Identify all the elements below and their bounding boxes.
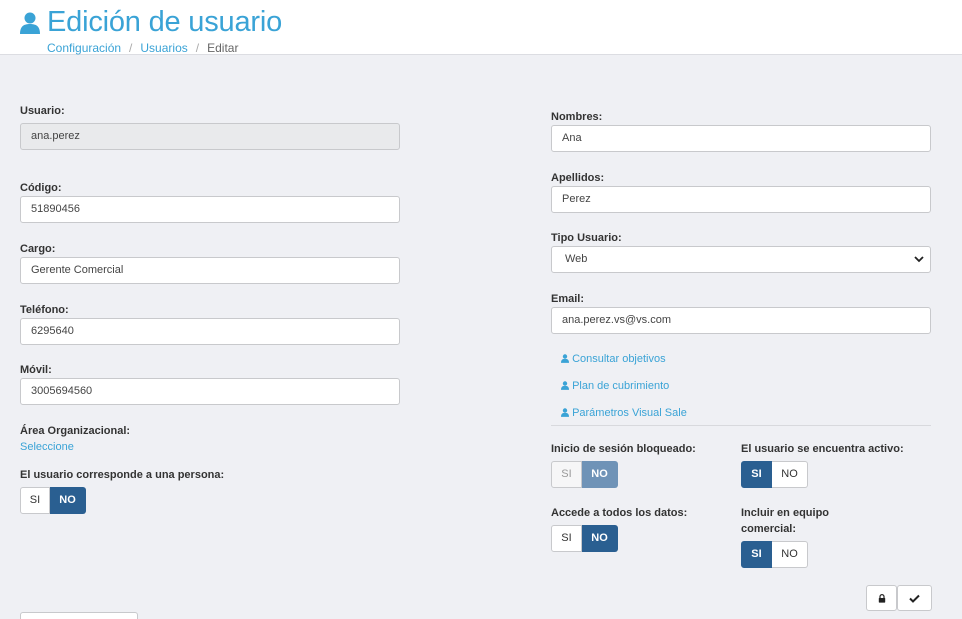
tipo-usuario-value: Web: [565, 253, 588, 265]
consultar-objetivos-label: Consultar objetivos: [572, 353, 666, 365]
activo-no-button[interactable]: NO: [772, 461, 808, 488]
breadcrumb-usuarios[interactable]: Usuarios: [140, 41, 187, 55]
usuario-label: Usuario:: [20, 105, 65, 117]
todos-datos-label: Accede a todos los datos:: [551, 507, 688, 519]
activo-toggle: SI NO: [741, 461, 808, 488]
bloqueado-si-button[interactable]: SI: [551, 461, 582, 488]
usuario-field[interactable]: ana.perez: [20, 123, 400, 150]
telefono-label: Teléfono:: [20, 304, 69, 316]
page-title: Edición de usuario: [47, 6, 282, 38]
user-icon: [20, 12, 40, 34]
movil-label: Móvil:: [20, 364, 52, 376]
equipo-no-button[interactable]: NO: [772, 541, 808, 568]
equipo-label-line2: comercial:: [741, 523, 797, 535]
tipo-usuario-select[interactable]: Web: [551, 246, 931, 273]
breadcrumb-separator: /: [195, 41, 200, 55]
movil-field[interactable]: 3005694560: [20, 378, 400, 405]
save-button[interactable]: [897, 585, 932, 611]
user-icon: [561, 354, 569, 363]
codigo-label: Código:: [20, 182, 62, 194]
parametros-visual-sale-label: Parámetros Visual Sale: [572, 407, 687, 419]
breadcrumb-current: Editar: [207, 41, 239, 55]
chevron-down-icon: [914, 256, 924, 263]
bloqueado-toggle: SI NO: [551, 461, 618, 488]
todos-datos-toggle: SI NO: [551, 525, 618, 552]
email-label: Email:: [551, 293, 585, 305]
apellidos-label: Apellidos:: [551, 172, 605, 184]
persona-label: El usuario corresponde a una persona:: [20, 469, 225, 481]
plan-cubrimiento-label: Plan de cubrimiento: [572, 380, 670, 392]
consultar-objetivos-link[interactable]: Consultar objetivos: [561, 353, 666, 365]
check-icon: [909, 594, 920, 603]
email-field[interactable]: ana.perez.vs@vs.com: [551, 307, 931, 334]
activo-label: El usuario se encuentra activo:: [741, 443, 904, 455]
telefono-field[interactable]: 6295640: [20, 318, 400, 345]
breadcrumb: Configuración / Usuarios / Editar: [47, 41, 238, 55]
bloqueado-no-button[interactable]: NO: [582, 461, 618, 488]
equipo-toggle: SI NO: [741, 541, 808, 568]
lock-icon: [878, 593, 885, 603]
nombres-label: Nombres:: [551, 111, 603, 123]
plan-cubrimiento-link[interactable]: Plan de cubrimiento: [561, 380, 669, 392]
equipo-label-line1: Incluir en equipo: [741, 507, 830, 519]
parametros-visual-sale-link[interactable]: Parámetros Visual Sale: [561, 407, 687, 419]
area-label: Área Organizacional:: [20, 425, 131, 437]
equipo-si-button[interactable]: SI: [741, 541, 772, 568]
persona-no-button[interactable]: NO: [50, 487, 86, 514]
section-divider: [551, 425, 931, 426]
lock-button[interactable]: [866, 585, 897, 611]
persona-toggle: SI NO: [20, 487, 86, 514]
apellidos-field[interactable]: Perez: [551, 186, 931, 213]
codigo-field[interactable]: 51890456: [20, 196, 400, 223]
bottom-panel: [20, 612, 138, 619]
todos-datos-si-button[interactable]: SI: [551, 525, 582, 552]
user-icon: [561, 381, 569, 390]
cargo-label: Cargo:: [20, 243, 56, 255]
bloqueado-label: Inicio de sesión bloqueado:: [551, 443, 696, 455]
persona-si-button[interactable]: SI: [20, 487, 50, 514]
breadcrumb-configuracion[interactable]: Configuración: [47, 41, 121, 55]
tipo-usuario-label: Tipo Usuario:: [551, 232, 622, 244]
breadcrumb-separator: /: [129, 41, 133, 55]
area-select-link[interactable]: Seleccione: [20, 441, 74, 453]
user-icon: [561, 408, 569, 417]
nombres-field[interactable]: Ana: [551, 125, 931, 152]
activo-si-button[interactable]: SI: [741, 461, 772, 488]
todos-datos-no-button[interactable]: NO: [582, 525, 618, 552]
page-header: Edición de usuario Configuración / Usuario…: [0, 0, 962, 55]
cargo-field[interactable]: Gerente Comercial: [20, 257, 400, 284]
